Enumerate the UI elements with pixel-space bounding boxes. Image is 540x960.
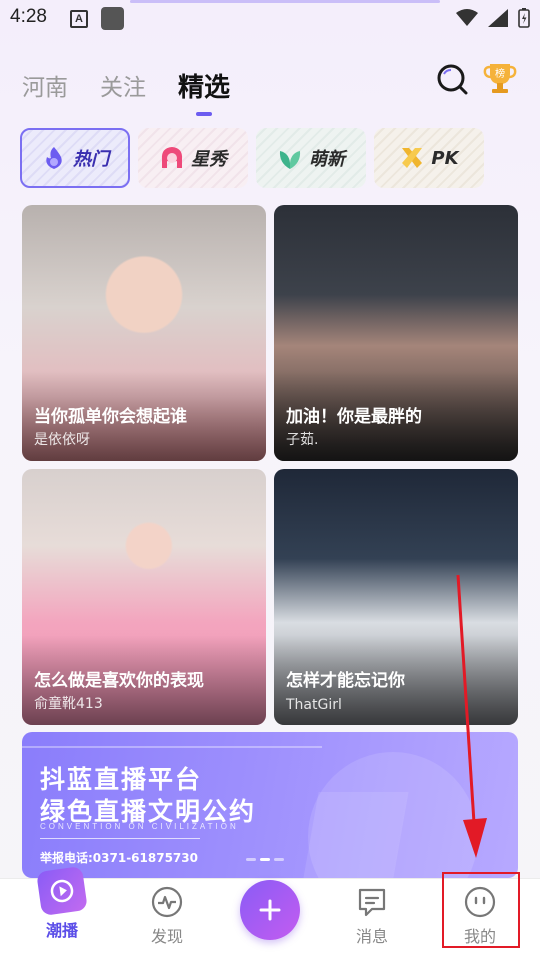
stream-card[interactable]: 怎么做是喜欢你的表现 俞童靴413 — [22, 469, 266, 725]
category-label: PK — [431, 147, 459, 169]
pager-dot — [260, 858, 270, 861]
fire-icon — [46, 147, 62, 169]
category-label: 萌新 — [309, 149, 345, 170]
nav-label: 消息 — [355, 927, 388, 946]
banner-divider — [40, 838, 200, 839]
tab-henan[interactable]: 河南 — [22, 68, 68, 108]
status-bar: 4:28 A — [0, 0, 540, 40]
trophy-badge-text: 榜 — [495, 67, 505, 80]
app-notification-icon — [101, 7, 124, 30]
banner-pager-dots — [246, 858, 284, 861]
message-icon — [358, 888, 386, 917]
streamer-name: 子茹. — [286, 432, 319, 448]
battery-icon — [518, 8, 530, 28]
category-star[interactable]: 星秀 — [138, 128, 248, 188]
banner-english: CONVENTION ON CIVILIZATION — [40, 822, 239, 831]
streamer-name: 俞童靴413 — [34, 696, 103, 712]
civilization-convention-banner[interactable]: 抖蓝直播平台 绿色直播文明公约 CONVENTION ON CIVILIZATI… — [22, 732, 518, 878]
pager-dot — [246, 858, 256, 861]
play-icon — [36, 866, 88, 916]
start-live-button[interactable] — [240, 880, 300, 940]
highlight-box — [442, 872, 520, 948]
stream-card[interactable]: 怎样才能忘记你 ThatGirl — [274, 469, 518, 725]
plus-icon — [259, 899, 281, 921]
stream-title: 当你孤单你会想起谁 — [34, 407, 187, 427]
nav-discover[interactable]: 发现 — [127, 885, 207, 947]
category-pk[interactable]: PK — [374, 128, 484, 188]
stream-card[interactable]: 当你孤单你会想起谁 是依依呀 — [22, 205, 266, 461]
status-time: 4:28 — [10, 6, 47, 27]
stream-title: 怎样才能忘记你 — [286, 671, 405, 691]
category-hot[interactable]: 热门 — [20, 128, 130, 188]
banner-title: 抖蓝直播平台 — [40, 765, 203, 794]
pulse-icon — [151, 886, 183, 918]
category-new[interactable]: 萌新 — [256, 128, 366, 188]
category-label: 星秀 — [191, 149, 227, 170]
category-label: 热门 — [73, 149, 109, 170]
girl-icon — [161, 147, 183, 168]
crossed-swords-icon — [402, 148, 423, 168]
signal-icon — [488, 9, 508, 27]
stream-grid: 当你孤单你会想起谁 是依依呀 加油！你是最胖的 子茹. 怎么做是喜欢你的表现 俞… — [22, 205, 518, 725]
category-chips: 热门 星秀 萌新 PK — [20, 128, 484, 188]
trophy-icon[interactable]: 榜 — [482, 60, 518, 96]
leaf-icon — [279, 151, 301, 169]
pager-dot — [274, 858, 284, 861]
a-notification-icon: A — [70, 10, 88, 28]
stream-title: 加油！你是最胖的 — [286, 407, 422, 427]
search-icon[interactable] — [436, 63, 468, 95]
streamer-name: ThatGirl — [286, 697, 342, 713]
nav-home[interactable]: 潮播 — [22, 866, 102, 941]
stream-title: 怎么做是喜欢你的表现 — [34, 671, 204, 691]
tab-follow[interactable]: 关注 — [100, 68, 146, 108]
status-right-icons — [456, 8, 530, 28]
top-tabs: 河南 关注 精选 — [22, 58, 230, 108]
nav-label: 潮播 — [45, 921, 78, 940]
nav-messages[interactable]: 消息 — [332, 885, 412, 947]
tab-featured[interactable]: 精选 — [178, 68, 230, 108]
banner-report-phone: 举报电话:0371-61875730 — [40, 851, 198, 865]
top-indicator-line — [130, 0, 440, 3]
wifi-icon — [456, 9, 478, 26]
stream-card[interactable]: 加油！你是最胖的 子茹. — [274, 205, 518, 461]
streamer-name: 是依依呀 — [34, 432, 90, 448]
nav-label: 发现 — [150, 927, 183, 946]
